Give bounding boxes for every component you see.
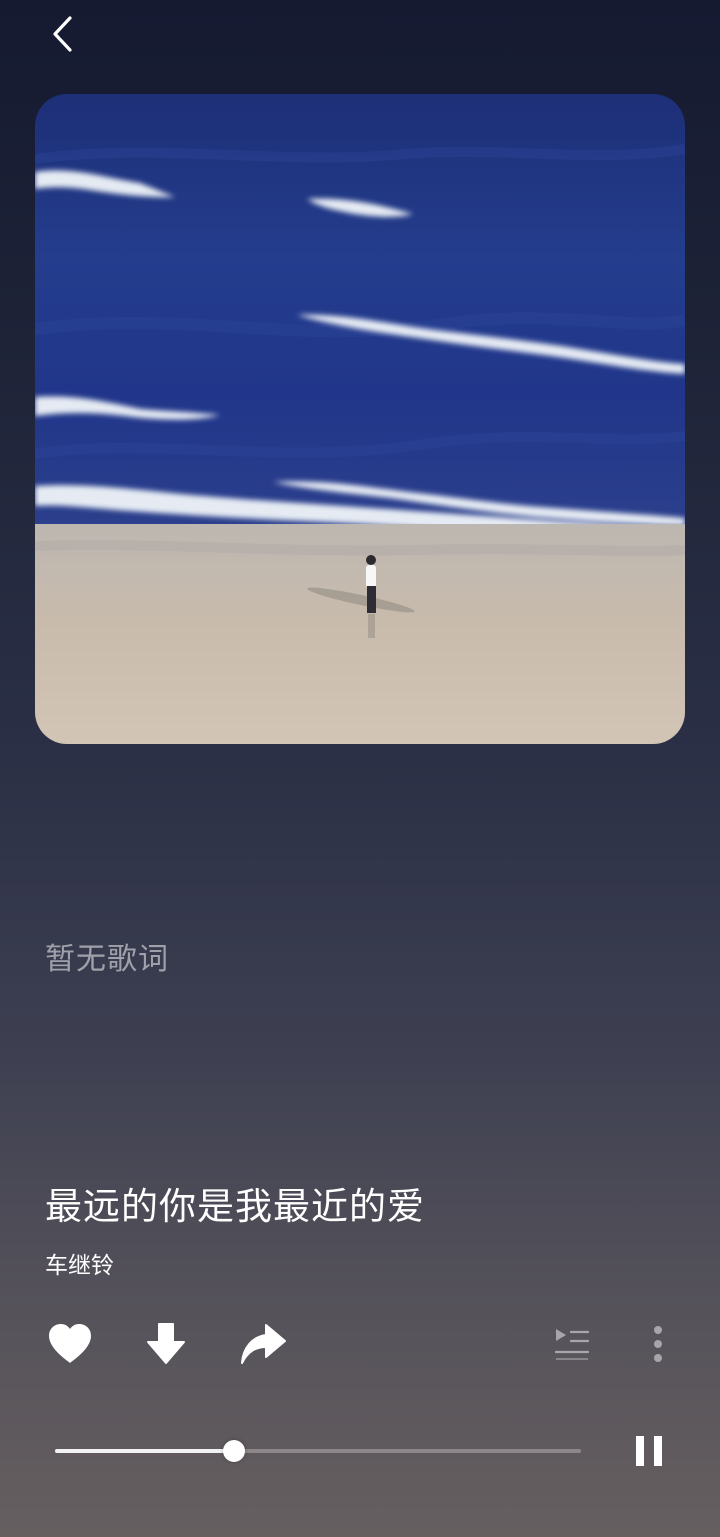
progress-fill bbox=[55, 1449, 234, 1453]
album-cover bbox=[35, 94, 685, 744]
like-button[interactable] bbox=[42, 1318, 98, 1370]
download-button[interactable] bbox=[140, 1316, 192, 1372]
share-arrow-icon bbox=[241, 1324, 286, 1364]
song-title: 最远的你是我最近的爱 bbox=[45, 1185, 425, 1228]
pause-icon bbox=[636, 1436, 662, 1466]
pause-button[interactable] bbox=[626, 1428, 672, 1474]
download-arrow-icon bbox=[147, 1323, 185, 1364]
more-vertical-icon bbox=[654, 1326, 662, 1362]
more-options-button[interactable] bbox=[640, 1320, 676, 1368]
artist-name: 车继铃 bbox=[45, 1253, 114, 1279]
lyrics-placeholder: 暂无歌词 bbox=[45, 942, 169, 977]
chevron-left-icon bbox=[53, 16, 72, 52]
heart-icon bbox=[49, 1324, 91, 1363]
playlist-button[interactable] bbox=[548, 1322, 594, 1364]
back-button[interactable] bbox=[36, 10, 88, 58]
share-button[interactable] bbox=[234, 1316, 292, 1372]
playback-progress-slider[interactable] bbox=[55, 1434, 581, 1468]
progress-thumb[interactable] bbox=[222, 1440, 245, 1462]
playlist-icon bbox=[554, 1329, 590, 1360]
